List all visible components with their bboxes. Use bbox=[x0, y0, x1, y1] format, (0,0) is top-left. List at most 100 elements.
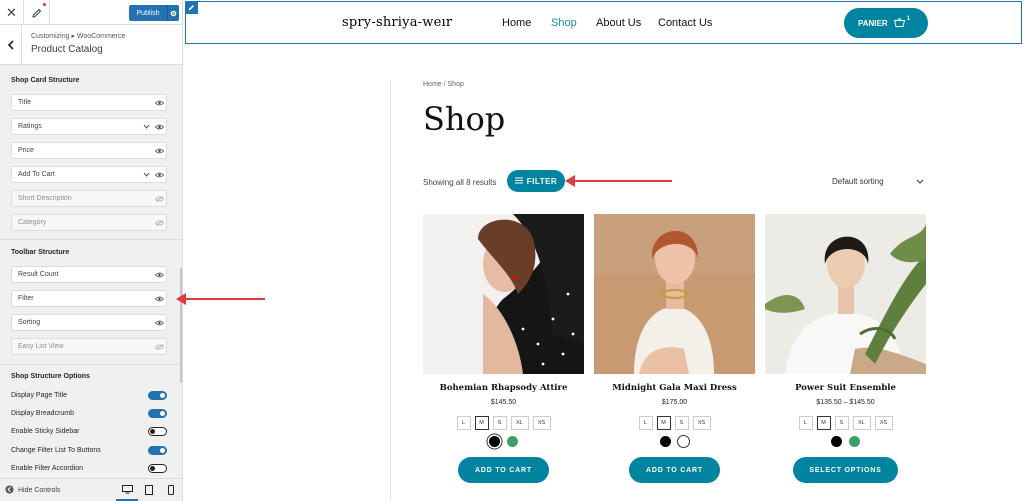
section-divider bbox=[0, 364, 182, 365]
field-filter[interactable]: Filter bbox=[11, 290, 167, 307]
field-label: Sorting bbox=[18, 319, 41, 326]
size-swatch-selected[interactable]: M bbox=[474, 416, 489, 430]
eye-icon[interactable] bbox=[153, 315, 166, 330]
close-icon[interactable]: ✕ bbox=[0, 0, 24, 25]
toggle-switch[interactable] bbox=[148, 408, 167, 418]
tablet-preview-icon[interactable] bbox=[138, 479, 160, 501]
product-name[interactable]: Bohemian Rhapsody Attire bbox=[423, 383, 584, 393]
field-label: Price bbox=[18, 147, 34, 154]
nav-shop[interactable]: Shop bbox=[551, 17, 577, 29]
toggle-switch[interactable] bbox=[148, 445, 167, 455]
section-title-toolbar: Toolbar Structure bbox=[11, 249, 70, 256]
field-category[interactable]: Category bbox=[11, 214, 167, 231]
field-easy-list-view[interactable]: Easy List View bbox=[11, 338, 167, 355]
color-swatch-black[interactable] bbox=[660, 436, 671, 447]
field-result-count[interactable]: Result Count bbox=[11, 266, 167, 283]
field-add-to-cart[interactable]: Add To Cart bbox=[11, 166, 167, 183]
option-display-page-title: Display Page Title bbox=[11, 389, 167, 401]
filter-button[interactable]: FILTER bbox=[507, 170, 565, 192]
edit-shortcut-pencil-icon[interactable] bbox=[185, 1, 198, 14]
size-swatch[interactable]: XS bbox=[692, 416, 711, 430]
size-swatch[interactable]: S bbox=[834, 416, 849, 430]
chevron-down-icon[interactable] bbox=[140, 119, 153, 134]
cart-button[interactable]: PANIER 1 bbox=[844, 8, 928, 38]
size-swatch[interactable]: L bbox=[638, 416, 653, 430]
sorting-value: Default sorting bbox=[832, 177, 884, 186]
color-swatch-black[interactable] bbox=[831, 436, 842, 447]
eye-icon[interactable] bbox=[153, 143, 166, 158]
size-swatch[interactable]: S bbox=[674, 416, 689, 430]
size-swatch-selected[interactable]: M bbox=[656, 416, 671, 430]
add-to-cart-button[interactable]: ADD TO CART bbox=[458, 457, 549, 483]
eye-slash-icon[interactable] bbox=[153, 339, 166, 354]
annotation-arrow bbox=[565, 175, 672, 187]
size-swatch[interactable]: XS bbox=[532, 416, 551, 430]
eye-icon[interactable] bbox=[153, 291, 166, 306]
size-swatch[interactable]: L bbox=[798, 416, 813, 430]
size-swatch[interactable]: XL bbox=[510, 416, 529, 430]
desktop-preview-icon[interactable] bbox=[116, 479, 138, 501]
size-swatch[interactable]: L bbox=[456, 416, 471, 430]
back-chevron-icon[interactable] bbox=[0, 25, 22, 65]
size-swatch[interactable]: XS bbox=[874, 416, 893, 430]
product-name[interactable]: Power Suit Ensemble bbox=[765, 383, 926, 393]
sorting-select[interactable]: Default sorting bbox=[832, 177, 924, 186]
field-price[interactable]: Price bbox=[11, 142, 167, 159]
pencil-icon[interactable] bbox=[25, 0, 50, 25]
color-swatch-green[interactable] bbox=[849, 436, 860, 447]
product-image[interactable] bbox=[765, 214, 926, 374]
eye-icon[interactable] bbox=[153, 267, 166, 282]
color-swatches bbox=[594, 436, 755, 447]
field-sorting[interactable]: Sorting bbox=[11, 314, 167, 331]
option-sticky-sidebar: Enable Sticky Sidebar bbox=[11, 425, 167, 437]
field-label: Category bbox=[18, 219, 47, 226]
product-price: $135.50 – $145.50 bbox=[816, 399, 875, 406]
eye-slash-icon[interactable] bbox=[153, 215, 166, 230]
hide-controls-button[interactable]: Hide Controls bbox=[0, 484, 116, 496]
shop-breadcrumb[interactable]: Home / Shop bbox=[423, 81, 464, 88]
eye-icon[interactable] bbox=[153, 119, 166, 134]
panel-content[interactable]: Shop Card Structure Title Ratings Price … bbox=[0, 66, 182, 476]
nav-about-us[interactable]: About Us bbox=[596, 17, 641, 29]
field-short-description[interactable]: Short Description bbox=[11, 190, 167, 207]
publish-button[interactable]: Publish bbox=[129, 5, 179, 21]
eye-icon[interactable] bbox=[153, 167, 166, 182]
arrow-head bbox=[176, 293, 186, 305]
color-swatch-green[interactable] bbox=[507, 436, 518, 447]
scrollbar[interactable] bbox=[180, 268, 182, 383]
size-swatches: L M S XS bbox=[594, 416, 755, 430]
option-filter-accordion: Enable Filter Accordion bbox=[11, 462, 167, 474]
size-swatch[interactable]: XL bbox=[852, 416, 871, 430]
field-ratings[interactable]: Ratings bbox=[11, 118, 167, 135]
toggle-knob bbox=[160, 410, 165, 416]
gear-icon[interactable] bbox=[167, 5, 179, 21]
toggle-knob bbox=[150, 465, 155, 471]
site-header[interactable]: spry-shriya-weır Home Shop About Us Cont… bbox=[185, 1, 1022, 44]
menu-lines-icon bbox=[514, 176, 523, 186]
product-image[interactable] bbox=[594, 214, 755, 374]
site-title[interactable]: spry-shriya-weır bbox=[342, 15, 452, 30]
add-to-cart-button[interactable]: ADD TO CART bbox=[629, 457, 720, 483]
field-label: Easy List View bbox=[18, 343, 64, 350]
size-swatch-selected[interactable]: M bbox=[816, 416, 831, 430]
mobile-preview-icon[interactable] bbox=[160, 479, 182, 501]
select-options-button[interactable]: SELECT OPTIONS bbox=[793, 457, 898, 483]
field-title[interactable]: Title bbox=[11, 94, 167, 111]
color-swatch-black[interactable] bbox=[489, 436, 500, 447]
eye-icon[interactable] bbox=[153, 95, 166, 110]
product-name[interactable]: Midnight Gala Maxi Dress bbox=[594, 383, 755, 393]
option-label: Display Page Title bbox=[11, 391, 68, 399]
color-swatch-white[interactable] bbox=[678, 436, 689, 447]
toggle-switch[interactable] bbox=[148, 390, 167, 400]
size-swatch[interactable]: S bbox=[492, 416, 507, 430]
nav-contact-us[interactable]: Contact Us bbox=[658, 17, 712, 29]
chevron-down-icon[interactable] bbox=[140, 167, 153, 182]
product-image[interactable] bbox=[423, 214, 584, 374]
nav-home[interactable]: Home bbox=[502, 17, 531, 29]
chevron-down-icon bbox=[916, 177, 924, 186]
toggle-switch[interactable] bbox=[148, 426, 167, 436]
eye-slash-icon[interactable] bbox=[153, 191, 166, 206]
toggle-switch[interactable] bbox=[148, 463, 167, 473]
option-filter-buttons: Change Filter List To Buttons bbox=[11, 444, 167, 456]
color-swatches bbox=[423, 436, 584, 447]
